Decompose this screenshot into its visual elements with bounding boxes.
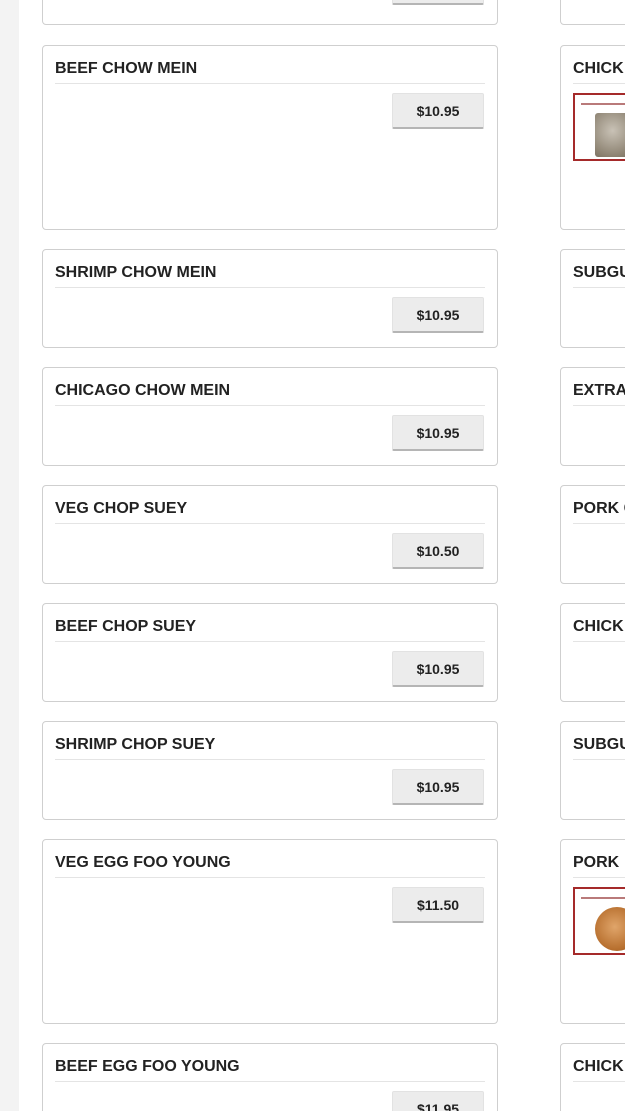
- egg-foo-young-image: [595, 907, 625, 951]
- menu-item-name: EXTRA: [573, 382, 625, 399]
- add-to-cart-price-button[interactable]: $11.95: [392, 1091, 484, 1111]
- divider: [573, 83, 625, 84]
- menu-item-card[interactable]: CHICAGO CHOW MEIN $10.95: [42, 367, 498, 466]
- menu-item-name: VEG EGG FOO YOUNG: [55, 854, 231, 871]
- menu-item-card[interactable]: SUBGU: [560, 249, 625, 348]
- add-to-cart-price-button[interactable]: $10.95: [392, 415, 484, 451]
- photo-caption: [581, 103, 625, 105]
- add-to-cart-price-button[interactable]: [392, 0, 484, 5]
- divider: [573, 759, 625, 760]
- divider: [55, 287, 485, 288]
- menu-item-name: CHICK: [573, 1058, 624, 1075]
- menu-item-card[interactable]: BEEF CHOW MEIN $10.95: [42, 45, 498, 230]
- divider: [55, 1081, 485, 1082]
- add-to-cart-price-button[interactable]: $10.95: [392, 651, 484, 687]
- noodle-dish-image: [595, 113, 625, 157]
- menu-item-card[interactable]: EXTRA: [560, 367, 625, 466]
- divider: [55, 523, 485, 524]
- menu-item-name: PORK C: [573, 500, 625, 517]
- divider: [573, 405, 625, 406]
- menu-item-card[interactable]: VEG EGG FOO YOUNG $11.50: [42, 839, 498, 1024]
- divider: [55, 83, 485, 84]
- divider: [55, 759, 485, 760]
- menu-item-card[interactable]: CHICK: [560, 603, 625, 702]
- divider: [573, 1081, 625, 1082]
- menu-item-name: VEG CHOP SUEY: [55, 500, 188, 517]
- divider: [573, 523, 625, 524]
- divider: [55, 405, 485, 406]
- menu-item-card[interactable]: PORK: [560, 839, 625, 1024]
- divider: [573, 641, 625, 642]
- menu-item-name: BEEF EGG FOO YOUNG: [55, 1058, 240, 1075]
- add-to-cart-price-button[interactable]: $11.50: [392, 887, 484, 923]
- egg-foo-young-photo[interactable]: [573, 887, 625, 955]
- photo-caption: [581, 897, 625, 899]
- menu-item-card[interactable]: CHICK: [560, 1043, 625, 1111]
- menu-item-name: SUBGU: [573, 736, 625, 753]
- add-to-cart-price-button[interactable]: $10.95: [392, 93, 484, 129]
- chow-mein-photo[interactable]: [573, 93, 625, 161]
- menu-item-name: SHRIMP CHOW MEIN: [55, 264, 217, 281]
- divider: [573, 287, 625, 288]
- menu-page: BEEF CHOW MEIN $10.95 SHRIMP CHOW MEIN $…: [19, 0, 625, 1111]
- add-to-cart-price-button[interactable]: $10.50: [392, 533, 484, 569]
- menu-item-card[interactable]: PORK C: [560, 485, 625, 584]
- menu-item-card[interactable]: VEG CHOP SUEY $10.50: [42, 485, 498, 584]
- menu-item-name: SUBGU: [573, 264, 625, 281]
- menu-item-card[interactable]: [42, 0, 498, 25]
- menu-item-card[interactable]: SUBGU: [560, 721, 625, 820]
- divider: [55, 641, 485, 642]
- menu-item-name: SHRIMP CHOP SUEY: [55, 736, 216, 753]
- menu-item-card[interactable]: [560, 0, 625, 25]
- menu-item-card[interactable]: CHICK: [560, 45, 625, 230]
- menu-item-name: CHICK: [573, 60, 624, 77]
- divider: [573, 877, 625, 878]
- add-to-cart-price-button[interactable]: $10.95: [392, 297, 484, 333]
- menu-item-name: PORK: [573, 854, 620, 871]
- menu-item-name: CHICAGO CHOW MEIN: [55, 382, 231, 399]
- divider: [55, 877, 485, 878]
- menu-item-name: BEEF CHOW MEIN: [55, 60, 198, 77]
- add-to-cart-price-button[interactable]: $10.95: [392, 769, 484, 805]
- menu-item-card[interactable]: BEEF CHOP SUEY $10.95: [42, 603, 498, 702]
- menu-item-name: CHICK: [573, 618, 624, 635]
- menu-item-name: BEEF CHOP SUEY: [55, 618, 197, 635]
- menu-item-card[interactable]: SHRIMP CHOW MEIN $10.95: [42, 249, 498, 348]
- menu-item-card[interactable]: SHRIMP CHOP SUEY $10.95: [42, 721, 498, 820]
- menu-item-card[interactable]: BEEF EGG FOO YOUNG $11.95: [42, 1043, 498, 1111]
